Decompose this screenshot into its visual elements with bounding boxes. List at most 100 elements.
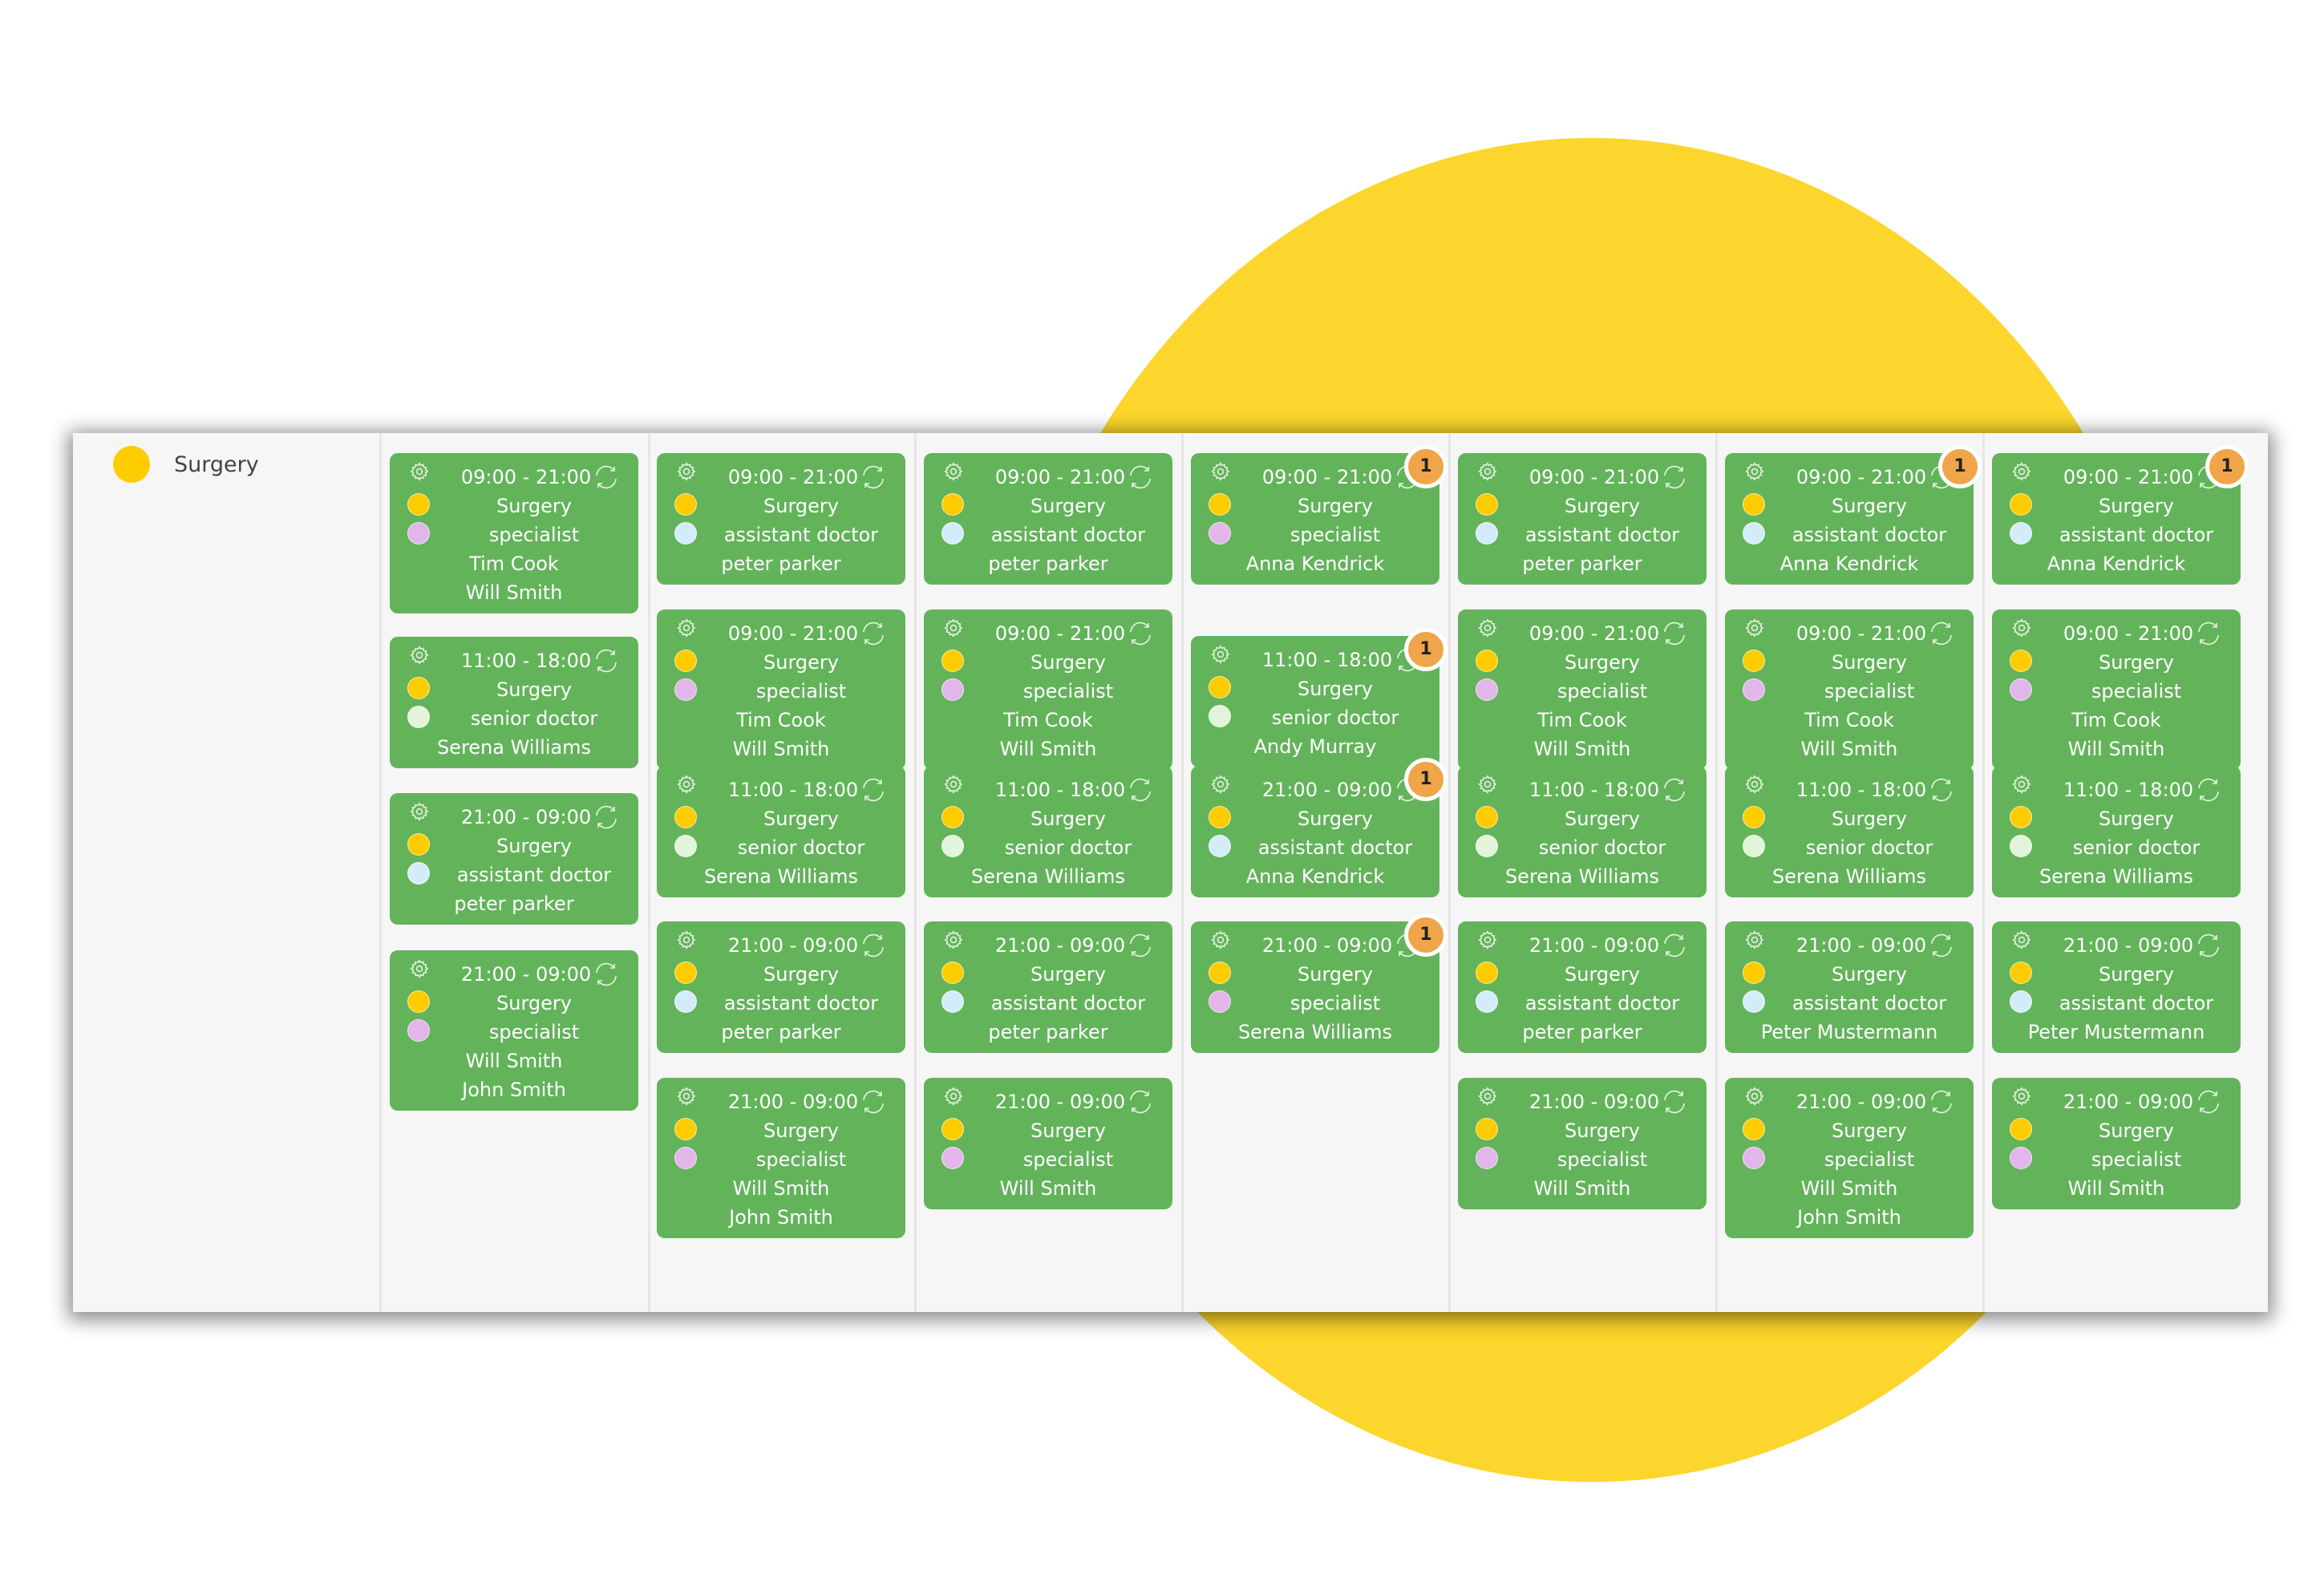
shift-card[interactable]: 21:00 - 09:00 Surgery specialist Will Sm…: [1992, 1078, 2241, 1209]
shift-card[interactable]: 09:00 - 21:00 Surgery specialist Tim Coo…: [924, 609, 1172, 770]
shift-time: 11:00 - 18:00: [1528, 779, 1660, 801]
shift-role: assistant doctor: [990, 524, 1146, 546]
shift-time: 11:00 - 18:00: [1796, 779, 1927, 801]
shift-time: 09:00 - 21:00: [2063, 622, 2194, 645]
shift-card[interactable]: 11:00 - 18:00 Surgery senior doctor Andy…: [1191, 628, 1447, 767]
shift-card[interactable]: 09:00 - 21:00 Surgery specialist Tim Coo…: [1458, 609, 1707, 770]
assigned-person: Anna Kendrick: [2047, 553, 2186, 575]
assigned-person: John Smith: [1797, 1206, 1901, 1229]
shift-card[interactable]: 09:00 - 21:00 Surgery assistant doctor p…: [657, 453, 905, 585]
shift-card[interactable]: 21:00 - 09:00 Surgery assistant doctor A…: [1191, 758, 1447, 897]
shift-card[interactable]: 21:00 - 09:00 Surgery assistant doctor P…: [1725, 921, 1974, 1053]
shift-department: Surgery: [2099, 1120, 2174, 1142]
shift-card[interactable]: 09:00 - 21:00 Surgery assistant doctor p…: [924, 453, 1172, 585]
assigned-person: John Smith: [462, 1079, 566, 1101]
notification-badge[interactable]: 1: [1404, 628, 1447, 671]
shift-time: 21:00 - 09:00: [1528, 1091, 1660, 1113]
shift-card[interactable]: 21:00 - 09:00 Surgery specialist Serena …: [1191, 913, 1447, 1053]
shift-role: specialist: [2091, 680, 2182, 702]
notification-badge[interactable]: 1: [1404, 758, 1447, 801]
shift-card[interactable]: 21:00 - 09:00 Surgery specialist Will Sm…: [1725, 1078, 1974, 1238]
shift-department: Surgery: [1832, 963, 1907, 986]
shift-time: 21:00 - 09:00: [1261, 934, 1393, 957]
shift-role: specialist: [1824, 680, 1915, 702]
assigned-person: Will Smith: [1800, 1177, 1898, 1200]
assigned-person: Serena Williams: [2039, 865, 2194, 888]
shift-card[interactable]: 11:00 - 18:00 Surgery senior doctor Sere…: [657, 766, 905, 897]
shift-card[interactable]: 21:00 - 09:00 Surgery assistant doctor p…: [924, 921, 1172, 1053]
shift-department: Surgery: [1030, 651, 1106, 674]
shift-card[interactable]: 09:00 - 21:00 Surgery assistant doctor A…: [1725, 445, 1982, 585]
assigned-person: Serena Williams: [1771, 865, 1927, 888]
shift-department: Surgery: [1565, 1120, 1640, 1142]
shift-card[interactable]: 09:00 - 21:00 Surgery specialist Tim Coo…: [657, 609, 905, 770]
assigned-person: Anna Kendrick: [1779, 553, 1919, 575]
shift-time: 21:00 - 09:00: [460, 806, 592, 828]
shift-time: 21:00 - 09:00: [994, 1091, 1126, 1113]
shift-department: Surgery: [763, 808, 839, 830]
shift-card[interactable]: 09:00 - 21:00 Surgery specialist Tim Coo…: [1725, 609, 1974, 770]
shift-card[interactable]: 09:00 - 21:00 Surgery specialist Anna Ke…: [1191, 445, 1447, 585]
assigned-person: Tim Cook: [1537, 709, 1627, 731]
notification-badge[interactable]: 1: [1938, 445, 1982, 488]
assigned-person: peter parker: [988, 1021, 1108, 1043]
assigned-person: Will Smith: [2067, 1177, 2165, 1200]
shift-card[interactable]: 21:00 - 09:00 Surgery assistant doctor P…: [1992, 921, 2241, 1053]
shift-card[interactable]: 11:00 - 18:00 Surgery senior doctor Sere…: [924, 766, 1172, 897]
shift-department: Surgery: [496, 992, 572, 1014]
shift-card[interactable]: 21:00 - 09:00 Surgery specialist Will Sm…: [390, 950, 638, 1111]
shift-role: assistant doctor: [456, 864, 612, 886]
shift-role: senior doctor: [1805, 836, 1933, 859]
shift-card[interactable]: 11:00 - 18:00 Surgery senior doctor Sere…: [390, 637, 638, 768]
shift-card[interactable]: 11:00 - 18:00 Surgery senior doctor Sere…: [1992, 766, 2241, 897]
shift-department: Surgery: [496, 835, 572, 857]
shift-role: senior doctor: [1271, 707, 1399, 729]
notification-badge[interactable]: 1: [1404, 445, 1447, 488]
shift-time: 09:00 - 21:00: [1528, 466, 1660, 488]
shift-card[interactable]: 21:00 - 09:00 Surgery assistant doctor p…: [1458, 921, 1707, 1053]
assigned-person: Will Smith: [1800, 738, 1898, 760]
column-divider: [1181, 433, 1184, 1312]
shift-role: assistant doctor: [1792, 992, 1947, 1014]
shift-card[interactable]: 21:00 - 09:00 Surgery specialist Will Sm…: [657, 1078, 905, 1238]
assigned-person: Peter Mustermann: [2027, 1021, 2205, 1043]
shift-card[interactable]: 11:00 - 18:00 Surgery senior doctor Sere…: [1458, 766, 1707, 897]
shift-role: assistant doctor: [2059, 524, 2214, 546]
assigned-person: Tim Cook: [2071, 709, 2161, 731]
shift-role: assistant doctor: [1524, 992, 1680, 1014]
shift-card[interactable]: 21:00 - 09:00 Surgery specialist Will Sm…: [1458, 1078, 1707, 1209]
shift-card[interactable]: 09:00 - 21:00 Surgery assistant doctor p…: [1458, 453, 1707, 585]
shift-department: Surgery: [1832, 808, 1907, 830]
shift-role: assistant doctor: [1524, 524, 1680, 546]
shift-department: Surgery: [1565, 808, 1640, 830]
shift-department: Surgery: [1832, 1120, 1907, 1142]
assigned-person: Will Smith: [1533, 1177, 1631, 1200]
shift-card[interactable]: 09:00 - 21:00 Surgery specialist Tim Coo…: [390, 453, 638, 613]
shift-time: 21:00 - 09:00: [994, 934, 1126, 957]
notification-badge[interactable]: 1: [1404, 913, 1447, 957]
shift-department: Surgery: [2099, 495, 2174, 517]
assigned-person: John Smith: [729, 1206, 833, 1229]
column-divider: [648, 433, 650, 1312]
assigned-person: peter parker: [454, 893, 574, 915]
notification-badge[interactable]: 1: [2205, 445, 2249, 488]
shift-department: Surgery: [1030, 1120, 1106, 1142]
shift-time: 11:00 - 18:00: [2063, 779, 2194, 801]
shift-time: 09:00 - 21:00: [994, 622, 1126, 645]
assigned-person: Serena Williams: [703, 865, 859, 888]
shift-card[interactable]: 21:00 - 09:00 Surgery assistant doctor p…: [390, 793, 638, 925]
shift-card[interactable]: 21:00 - 09:00 Surgery assistant doctor p…: [657, 921, 905, 1053]
assigned-person: peter parker: [721, 1021, 841, 1043]
shift-card[interactable]: 09:00 - 21:00 Surgery specialist Tim Coo…: [1992, 609, 2241, 770]
shift-time: 11:00 - 18:00: [460, 650, 592, 672]
shift-department: Surgery: [1832, 495, 1907, 517]
assigned-person: Anna Kendrick: [1245, 865, 1385, 888]
assigned-person: Tim Cook: [736, 709, 826, 731]
assigned-person: peter parker: [1522, 1021, 1642, 1043]
shift-role: specialist: [1290, 524, 1381, 546]
shift-card[interactable]: 11:00 - 18:00 Surgery senior doctor Sere…: [1725, 766, 1974, 897]
shift-card[interactable]: 09:00 - 21:00 Surgery assistant doctor A…: [1992, 445, 2249, 585]
shift-role: specialist: [755, 680, 847, 702]
shift-department: Surgery: [1298, 495, 1373, 517]
shift-card[interactable]: 21:00 - 09:00 Surgery specialist Will Sm…: [924, 1078, 1172, 1209]
